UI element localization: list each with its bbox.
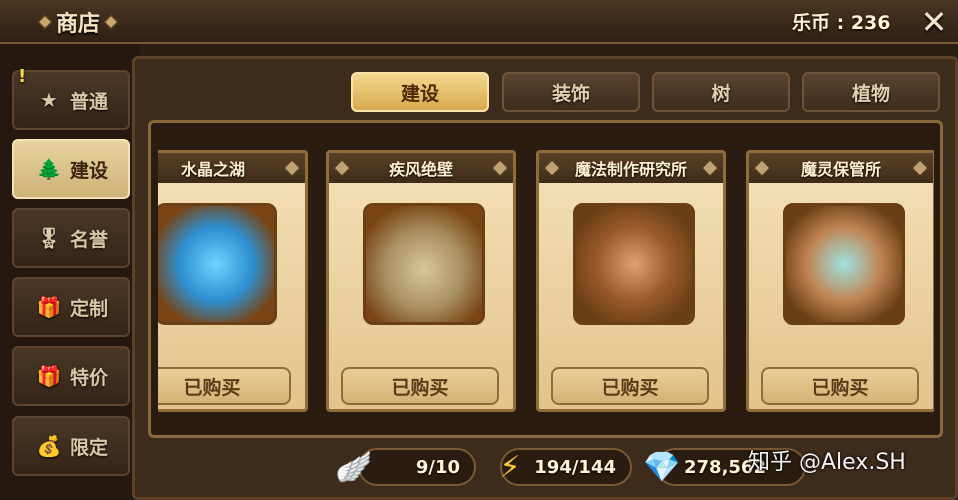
diamond-right-icon <box>103 14 119 30</box>
wing-icon: 🪽 <box>335 449 373 485</box>
page-title: 商店 <box>55 12 100 37</box>
diamond-icon <box>753 159 771 177</box>
close-button[interactable]: ✕ <box>916 4 952 40</box>
sidebar-item-custom[interactable]: 🎁 定制 <box>12 277 130 337</box>
shop-title: 商店 <box>22 4 134 40</box>
card-title: 水晶之湖 <box>180 160 245 179</box>
tab-tree[interactable]: 树 <box>652 72 790 112</box>
sidebar-item-label: 限定 <box>70 436 109 459</box>
crystal-icon: 💎 <box>643 449 681 485</box>
sidebar-item-honor[interactable]: 🎖 名誉 <box>12 208 130 268</box>
tab-build[interactable]: 建设 <box>351 72 489 112</box>
lightning-icon: ⚡ <box>499 449 521 485</box>
sidebar-item-special[interactable]: 🎁 特价 <box>12 346 130 406</box>
card-header: 魔灵保管所 <box>749 153 933 183</box>
title-bar: 商店 乐币 : 236 ✕ <box>0 0 958 44</box>
alert-badge: ! <box>18 66 27 87</box>
tab-plant[interactable]: 植物 <box>802 72 940 112</box>
diamond-icon <box>333 159 351 177</box>
medal-icon: 🎖 <box>36 226 62 250</box>
gift-icon: 🎁 <box>36 295 62 319</box>
shop-card[interactable]: 水晶之湖 已购买 <box>158 150 308 412</box>
purchased-button[interactable]: 已购买 <box>341 367 499 405</box>
purchased-button[interactable]: 已购买 <box>761 367 919 405</box>
card-header: 水晶之湖 <box>158 153 305 183</box>
energy-count: 194/144 <box>534 456 616 478</box>
item-list[interactable]: 水晶之湖 已购买 疾风绝壁 已购买 魔法制作研究所 已购买 魔灵保管所 已购买 <box>158 150 934 412</box>
card-header: 疾风绝壁 <box>329 153 513 183</box>
wing-count: 9/10 <box>415 456 460 478</box>
sidebar-item-label: 特价 <box>70 366 109 389</box>
card-header: 魔法制作研究所 <box>539 153 723 183</box>
purchased-button[interactable]: 已购买 <box>551 367 709 405</box>
shop-card[interactable]: 魔灵保管所 已购买 <box>746 150 934 412</box>
tree-icon: 🌲 <box>36 157 62 181</box>
diamond-icon <box>491 159 509 177</box>
monster-storage-image <box>783 203 905 325</box>
diamond-icon <box>283 159 301 177</box>
diamond-icon <box>543 159 561 177</box>
tab-decoration[interactable]: 装饰 <box>502 72 640 112</box>
sidebar-item-label: 定制 <box>70 297 109 320</box>
diamond-left-icon <box>37 14 53 30</box>
sidebar-item-label: 普通 <box>70 90 109 113</box>
diamond-icon <box>911 159 929 177</box>
present-icon: 🎁 <box>36 364 62 388</box>
card-title: 魔灵保管所 <box>800 160 881 179</box>
sidebar-item-limited[interactable]: 💰 限定 <box>12 416 130 476</box>
sidebar-item-normal[interactable]: ! ★ 普通 <box>12 66 130 130</box>
diamond-icon <box>701 159 719 177</box>
coin-balance: 乐币 : 236 <box>792 12 891 34</box>
crystal-lake-image <box>158 203 277 325</box>
sidebar-item-build[interactable]: 🌲 建设 <box>12 139 130 199</box>
shop-card[interactable]: 疾风绝壁 已购买 <box>326 150 516 412</box>
card-title: 魔法制作研究所 <box>574 160 687 179</box>
sidebar-item-label: 建设 <box>70 159 109 182</box>
shop-card[interactable]: 魔法制作研究所 已购买 <box>536 150 726 412</box>
gale-cliff-image <box>363 203 485 325</box>
purchased-button[interactable]: 已购买 <box>158 367 291 405</box>
star-icon: ★ <box>40 88 58 112</box>
watermark: 知乎 @Alex.SH <box>748 450 906 475</box>
card-title: 疾风绝壁 <box>388 160 453 179</box>
sidebar-item-label: 名誉 <box>70 228 109 251</box>
magic-lab-image <box>573 203 695 325</box>
chest-icon: 💰 <box>36 434 62 458</box>
